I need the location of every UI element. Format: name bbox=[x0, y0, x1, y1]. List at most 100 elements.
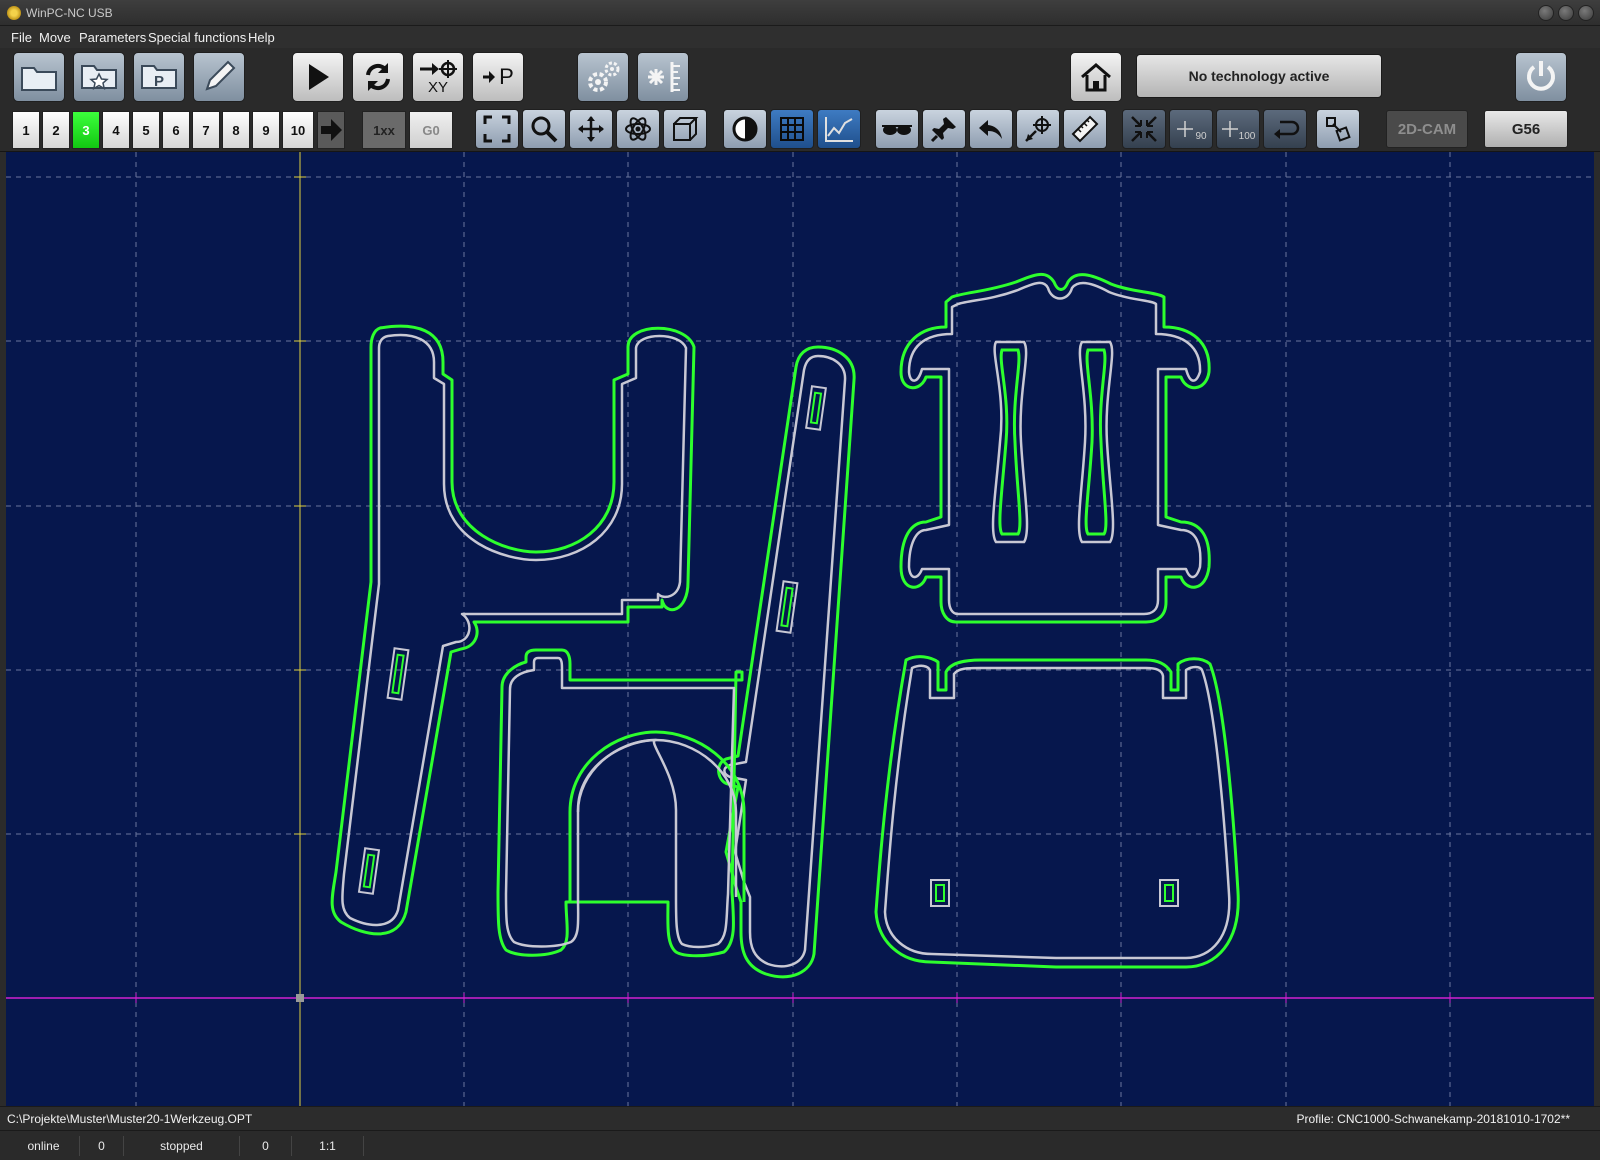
mode-g0-button[interactable]: G0 bbox=[409, 111, 453, 149]
settings-button[interactable] bbox=[577, 52, 629, 102]
2d-cam-button[interactable]: 2D-CAM bbox=[1386, 110, 1468, 148]
more-tools-button[interactable] bbox=[317, 111, 345, 149]
contrast-button[interactable] bbox=[723, 109, 767, 149]
path-bar: C:\Projekte\Muster\Muster20-1Werkzeug.OP… bbox=[0, 1106, 1600, 1130]
menu-file[interactable]: File bbox=[11, 30, 32, 45]
status-connection: online bbox=[8, 1136, 80, 1156]
status-scale: 1:1 bbox=[292, 1136, 364, 1156]
favorites-button[interactable] bbox=[73, 52, 125, 102]
return-button[interactable] bbox=[1263, 109, 1307, 149]
3d-view-button[interactable] bbox=[663, 109, 707, 149]
menu-help[interactable]: Help bbox=[248, 30, 275, 45]
open-file-button[interactable] bbox=[13, 52, 65, 102]
tool-7-button[interactable]: 7 bbox=[192, 111, 220, 149]
grid-icon bbox=[780, 117, 804, 141]
undo-button[interactable] bbox=[969, 109, 1013, 149]
title-bar: WinPC-NC USB bbox=[0, 0, 1600, 26]
shrink-icon bbox=[1131, 116, 1157, 142]
arrow-right-icon bbox=[321, 119, 342, 141]
atom-icon bbox=[625, 117, 651, 141]
menu-parameters[interactable]: Parameters bbox=[79, 30, 146, 45]
parameter-file-button[interactable]: P bbox=[133, 52, 185, 102]
zoom-button[interactable] bbox=[522, 109, 566, 149]
simulation-button[interactable] bbox=[875, 109, 919, 149]
goto-xy-button[interactable]: XY bbox=[412, 52, 464, 102]
chair-side-part bbox=[330, 324, 696, 936]
technology-status-button[interactable]: No technology active bbox=[1136, 54, 1382, 98]
minimize-button[interactable] bbox=[1538, 5, 1554, 21]
pan-icon bbox=[578, 116, 604, 142]
status-state: stopped bbox=[124, 1136, 240, 1156]
tool-5-button[interactable]: 5 bbox=[132, 111, 160, 149]
star-ruler-button[interactable] bbox=[637, 52, 689, 102]
menu-move[interactable]: Move bbox=[39, 30, 71, 45]
cad-canvas[interactable] bbox=[6, 152, 1594, 1106]
atom-button[interactable] bbox=[616, 109, 660, 149]
file-path: C:\Projekte\Muster\Muster20-1Werkzeug.OP… bbox=[7, 1112, 253, 1126]
edit-pencil-icon bbox=[205, 60, 236, 91]
status-bar: online 0 stopped 0 1:1 bbox=[0, 1130, 1600, 1160]
mode-1xx-button[interactable]: 1xx bbox=[362, 111, 406, 149]
undo-arrow-icon bbox=[979, 120, 1002, 139]
chart-button[interactable] bbox=[817, 109, 861, 149]
window-title: WinPC-NC USB bbox=[26, 6, 113, 20]
power-button[interactable] bbox=[1515, 52, 1567, 102]
transform-icon bbox=[1326, 117, 1351, 142]
shrink-button[interactable] bbox=[1122, 109, 1166, 149]
settings-gears-icon bbox=[588, 61, 620, 92]
rotate-100-icon bbox=[1221, 121, 1238, 137]
maximize-button[interactable] bbox=[1558, 5, 1574, 21]
favorites-folder-icon bbox=[81, 65, 117, 90]
menu-special-functions[interactable]: Special functions bbox=[148, 30, 246, 45]
transform-button[interactable] bbox=[1316, 109, 1360, 149]
view-toolbar: 1 2 3 4 5 6 7 8 9 10 1xx G0 90 100 2D-CA… bbox=[0, 106, 1600, 152]
chair-seat-part bbox=[874, 655, 1240, 969]
fit-view-icon bbox=[483, 115, 511, 143]
fit-view-button[interactable] bbox=[475, 109, 519, 149]
rotate-100-button[interactable]: 100 bbox=[1216, 109, 1260, 149]
glasses-icon bbox=[882, 125, 912, 135]
measure-button[interactable] bbox=[1063, 109, 1107, 149]
status-value-1: 0 bbox=[80, 1136, 124, 1156]
parameter-folder-icon: P bbox=[141, 65, 177, 90]
menu-bar: File Move Parameters Special functions H… bbox=[0, 26, 1600, 48]
grid-button[interactable] bbox=[770, 109, 814, 149]
workpiece-offset-button[interactable]: G56 bbox=[1484, 110, 1568, 148]
tool-2-button[interactable]: 2 bbox=[42, 111, 70, 149]
target-button[interactable] bbox=[1016, 109, 1060, 149]
close-button[interactable] bbox=[1578, 5, 1594, 21]
goto-park-icon bbox=[483, 71, 496, 83]
tool-1-button[interactable]: 1 bbox=[12, 111, 40, 149]
rotate-90-button[interactable]: 90 bbox=[1169, 109, 1213, 149]
rotate-90-label: 90 bbox=[1195, 130, 1207, 142]
rotate-100-label: 100 bbox=[1238, 130, 1256, 142]
pan-button[interactable] bbox=[569, 109, 613, 149]
power-icon bbox=[1527, 61, 1555, 91]
start-button[interactable] bbox=[292, 52, 344, 102]
chair-back-leg-part bbox=[717, 345, 856, 979]
tool-8-button[interactable]: 8 bbox=[222, 111, 250, 149]
tool-6-button[interactable]: 6 bbox=[162, 111, 190, 149]
tool-10-button[interactable]: 10 bbox=[282, 111, 314, 149]
rotate-90-icon bbox=[1177, 121, 1194, 137]
edit-button[interactable] bbox=[193, 52, 245, 102]
grid-lines bbox=[6, 152, 1594, 1106]
star-ruler-icon bbox=[648, 62, 680, 92]
goto-xy-label: XY bbox=[427, 79, 448, 96]
open-folder-icon bbox=[21, 67, 57, 91]
pin-button[interactable] bbox=[922, 109, 966, 149]
tool-3-button[interactable]: 3 bbox=[72, 111, 100, 149]
repeat-button[interactable] bbox=[352, 52, 404, 102]
target-arrow-icon bbox=[1025, 116, 1051, 142]
app-logo-icon bbox=[7, 6, 21, 20]
drawing-area[interactable] bbox=[6, 152, 1594, 1106]
home-button[interactable] bbox=[1070, 52, 1122, 102]
goto-park-button[interactable]: P bbox=[472, 52, 524, 102]
origin-marker bbox=[296, 994, 304, 1002]
status-value-2: 0 bbox=[240, 1136, 292, 1156]
tool-9-button[interactable]: 9 bbox=[252, 111, 280, 149]
tool-4-button[interactable]: 4 bbox=[102, 111, 130, 149]
repeat-icon bbox=[366, 63, 390, 91]
contrast-icon bbox=[732, 116, 758, 142]
goto-xy-icon bbox=[420, 60, 457, 78]
